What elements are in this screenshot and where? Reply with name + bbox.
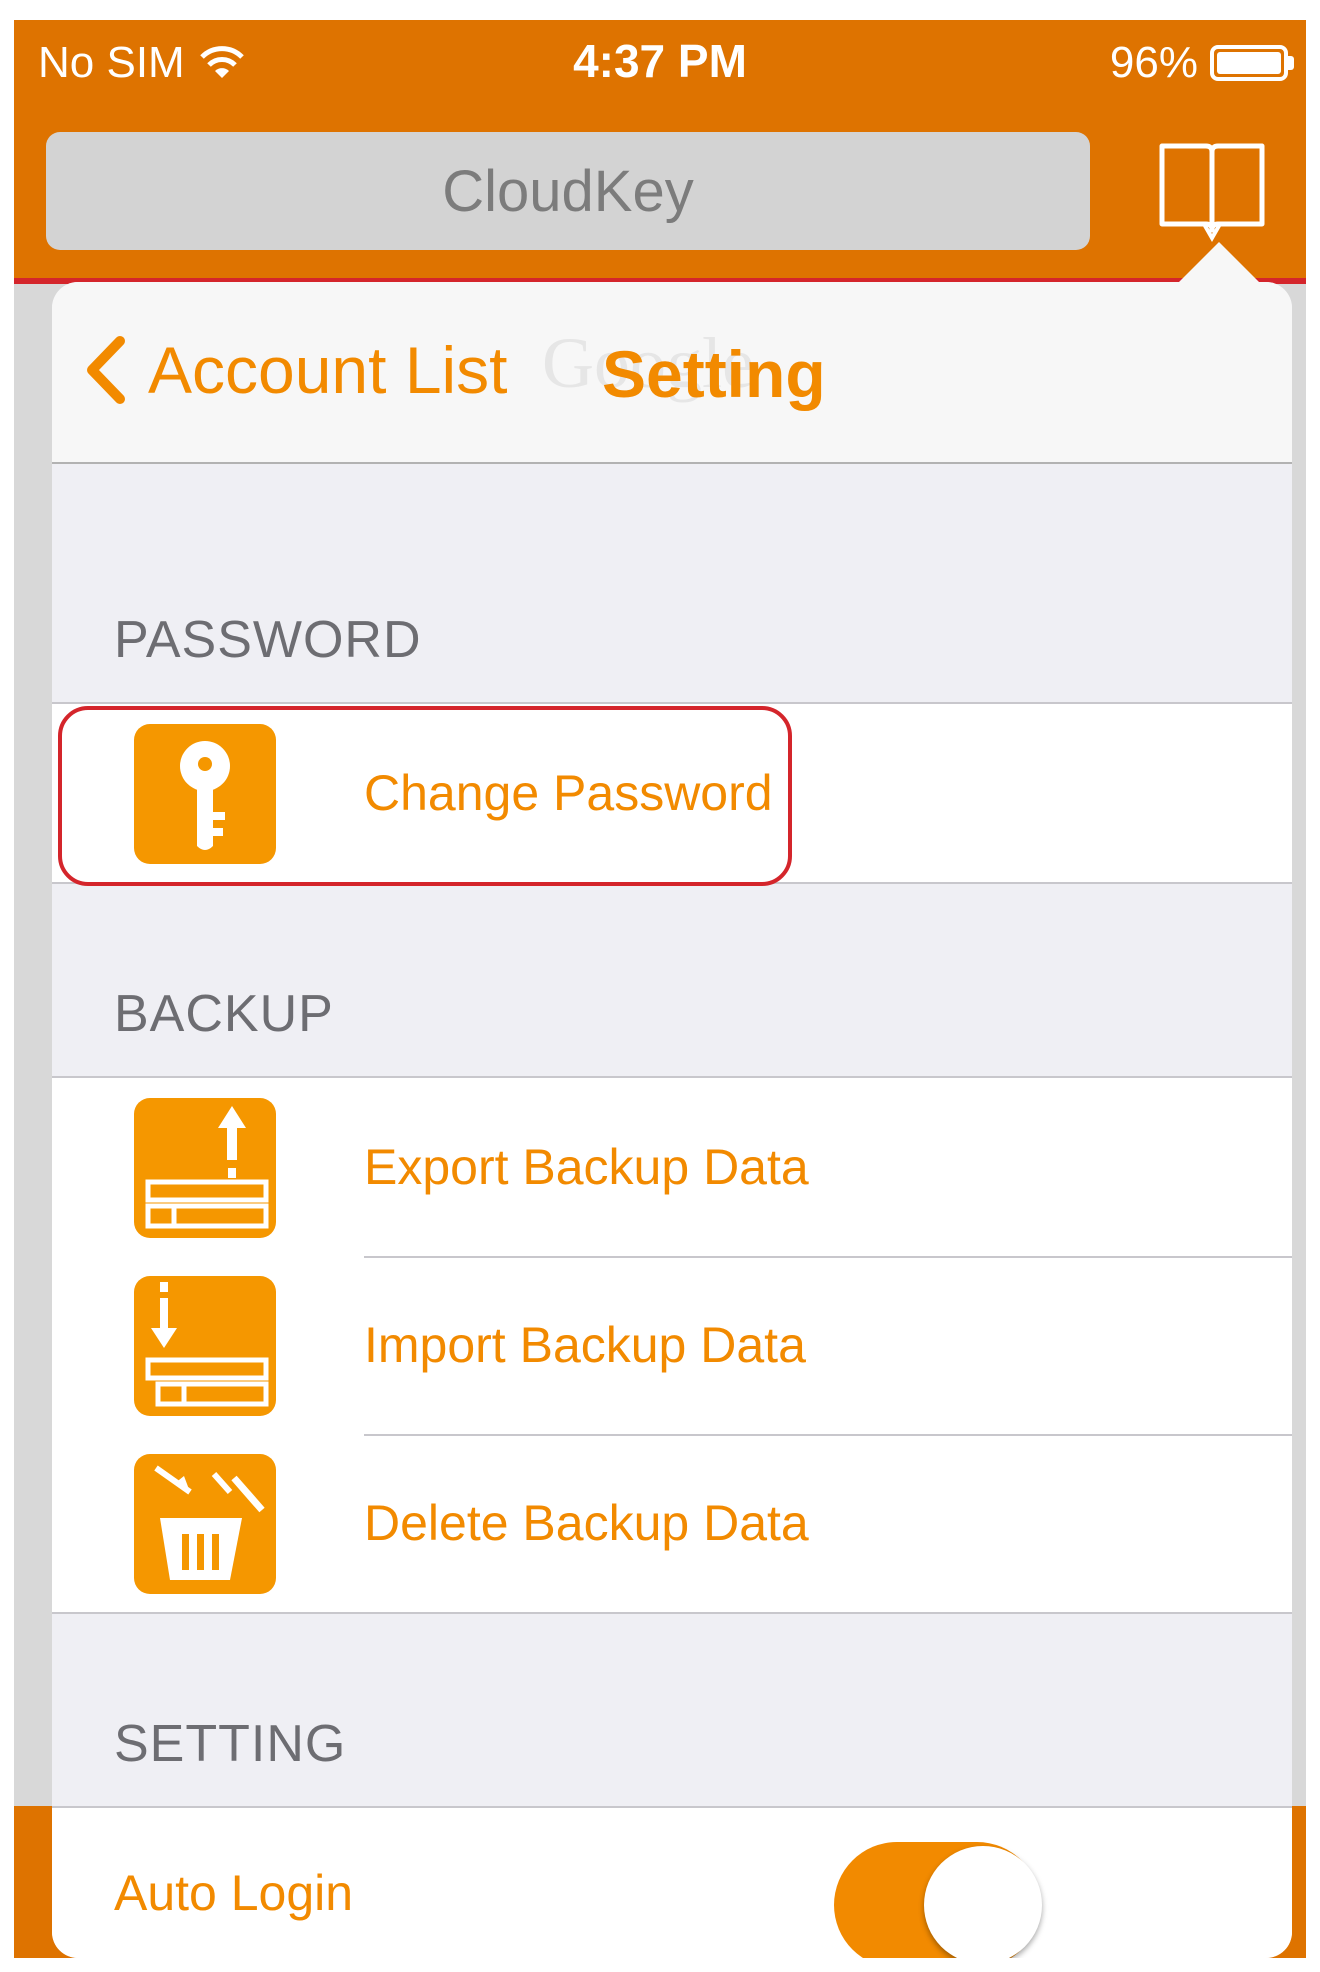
settings-popover: Google Account List Setting PASSWORD Cha… bbox=[52, 282, 1292, 1958]
export-backup-label: Export Backup Data bbox=[364, 1139, 809, 1195]
setting-group: Auto Login bbox=[52, 1806, 1292, 1958]
battery-percent: 96% bbox=[1109, 38, 1198, 87]
popover-arrow bbox=[1177, 242, 1261, 284]
search-field[interactable]: CloudKey bbox=[46, 132, 1090, 250]
section-header-setting: SETTING bbox=[114, 1715, 347, 1773]
section-header-password: PASSWORD bbox=[114, 611, 422, 669]
screenshot-frame bbox=[0, 1958, 1320, 1972]
export-backup-row[interactable]: Export Backup Data bbox=[52, 1078, 1292, 1256]
export-icon bbox=[134, 1098, 276, 1238]
delete-backup-label: Delete Backup Data bbox=[364, 1495, 809, 1551]
auto-login-toggle[interactable] bbox=[834, 1842, 1042, 1958]
import-backup-row[interactable]: Import Backup Data bbox=[52, 1256, 1292, 1434]
back-button[interactable]: Account List bbox=[84, 332, 508, 408]
key-icon bbox=[134, 724, 276, 864]
chevron-left-icon bbox=[87, 336, 125, 404]
battery-indicator: 96% bbox=[1110, 38, 1294, 88]
import-backup-label: Import Backup Data bbox=[364, 1317, 806, 1373]
navigation-bar: Google Account List Setting bbox=[52, 282, 1292, 464]
screenshot-frame bbox=[0, 0, 14, 1972]
auto-login-label: Auto Login bbox=[114, 1865, 354, 1921]
password-group: Change Password bbox=[52, 702, 1292, 884]
screenshot-frame bbox=[1306, 0, 1320, 1972]
back-label: Account List bbox=[148, 333, 508, 407]
toggle-knob bbox=[924, 1846, 1042, 1958]
backup-group: Export Backup Data Import Backup Data De… bbox=[52, 1076, 1292, 1614]
app-screen: No SIM 4:37 PM 96% CloudKey Google Accou… bbox=[14, 20, 1306, 1958]
battery-icon bbox=[1210, 45, 1288, 81]
change-password-row[interactable]: Change Password bbox=[52, 704, 1292, 882]
trash-icon bbox=[134, 1454, 276, 1594]
screenshot-frame bbox=[0, 0, 1320, 20]
page-title: Setting bbox=[602, 337, 826, 411]
import-icon bbox=[134, 1276, 276, 1416]
section-header-backup: BACKUP bbox=[114, 985, 334, 1043]
change-password-label: Change Password bbox=[364, 765, 773, 821]
status-bar: No SIM 4:37 PM 96% bbox=[14, 20, 1306, 100]
auto-login-row: Auto Login bbox=[52, 1808, 1292, 1958]
search-placeholder: CloudKey bbox=[442, 158, 694, 224]
book-icon[interactable] bbox=[1154, 138, 1270, 250]
delete-backup-row[interactable]: Delete Backup Data bbox=[52, 1434, 1292, 1612]
